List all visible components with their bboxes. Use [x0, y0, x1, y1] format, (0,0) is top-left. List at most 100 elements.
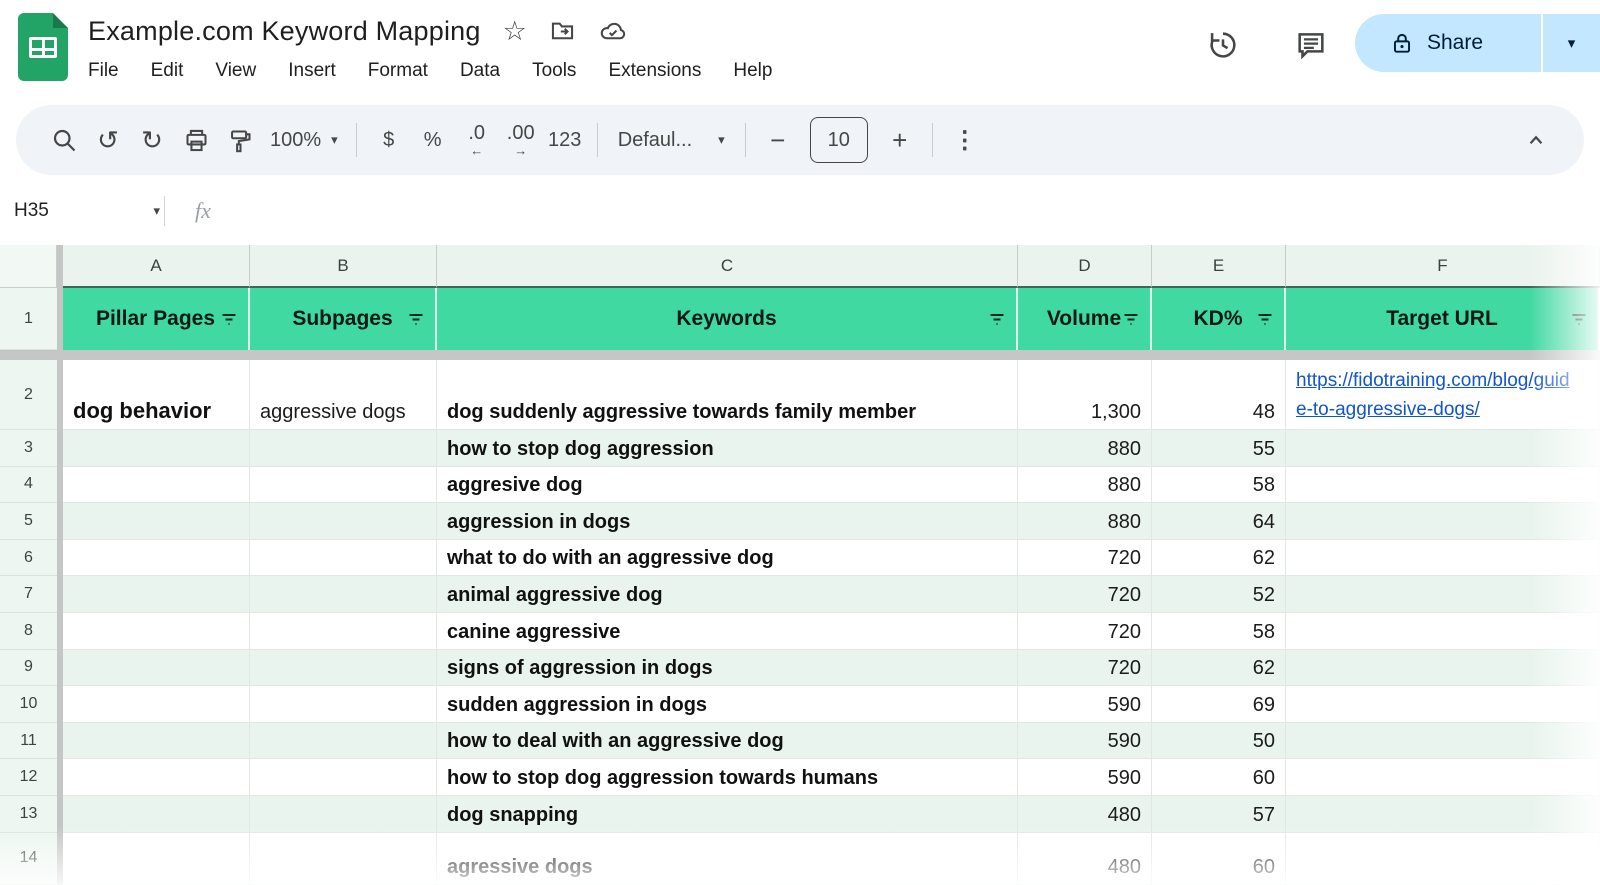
cell-kd[interactable]: 48: [1152, 360, 1286, 430]
cell-keyword[interactable]: how to stop dog aggression: [437, 430, 1018, 467]
increase-decimal-button[interactable]: .00 →: [499, 118, 543, 162]
cell-volume[interactable]: 590: [1018, 686, 1152, 723]
cell-kd[interactable]: 60: [1152, 759, 1286, 796]
header-cell-keywords[interactable]: Keywords: [437, 288, 1018, 350]
cell-pillar-page[interactable]: dog behavior: [63, 360, 250, 430]
cell-pillar-page[interactable]: [63, 833, 250, 885]
name-box[interactable]: H35 ▾: [0, 200, 160, 222]
row-number[interactable]: 9: [0, 650, 57, 687]
header-cell-volume[interactable]: Volume: [1018, 288, 1152, 350]
cell-kd[interactable]: 60: [1152, 833, 1286, 885]
menu-view[interactable]: View: [215, 60, 256, 82]
header-cell-subpages[interactable]: Subpages: [250, 288, 437, 350]
row-number[interactable]: 14: [0, 833, 57, 885]
cell-pillar-page[interactable]: [63, 576, 250, 613]
cell-kd[interactable]: 50: [1152, 723, 1286, 760]
filter-icon[interactable]: [1569, 309, 1589, 329]
cell-volume[interactable]: 720: [1018, 540, 1152, 577]
menu-file[interactable]: File: [88, 60, 119, 82]
decrease-decimal-button[interactable]: .0 ←: [455, 118, 499, 162]
sheets-logo[interactable]: [18, 13, 68, 81]
cell-keyword[interactable]: sudden aggression in dogs: [437, 686, 1018, 723]
row-number[interactable]: 6: [0, 540, 57, 577]
cell-kd[interactable]: 64: [1152, 503, 1286, 540]
search-icon[interactable]: [42, 118, 86, 162]
cell-kd[interactable]: 57: [1152, 796, 1286, 833]
cell-subpage[interactable]: [250, 576, 437, 613]
cell-subpage[interactable]: aggressive dogs: [250, 360, 437, 430]
cell-pillar-page[interactable]: [63, 503, 250, 540]
cell-pillar-page[interactable]: [63, 686, 250, 723]
share-button[interactable]: Share ▾: [1355, 14, 1600, 72]
font-select[interactable]: Defaul... ▾: [608, 118, 735, 162]
menu-format[interactable]: Format: [368, 60, 428, 82]
cell-target-url[interactable]: [1286, 430, 1600, 467]
cell-target-url[interactable]: [1286, 576, 1600, 613]
header-cell-kd[interactable]: KD%: [1152, 288, 1286, 350]
menu-data[interactable]: Data: [460, 60, 500, 82]
cell-kd[interactable]: 52: [1152, 576, 1286, 613]
cell-pillar-page[interactable]: [63, 540, 250, 577]
cell-keyword[interactable]: how to stop dog aggression towards human…: [437, 759, 1018, 796]
cell-pillar-page[interactable]: [63, 796, 250, 833]
row-number[interactable]: 10: [0, 686, 57, 723]
paint-format-icon[interactable]: [218, 118, 262, 162]
cell-kd[interactable]: 55: [1152, 430, 1286, 467]
decrease-font-size-button[interactable]: −: [756, 118, 800, 162]
move-to-folder-icon[interactable]: [549, 18, 576, 45]
row-number[interactable]: 3: [0, 430, 57, 467]
cell-volume[interactable]: 720: [1018, 613, 1152, 650]
cell-keyword[interactable]: aggression in dogs: [437, 503, 1018, 540]
cell-keyword[interactable]: what to do with an aggressive dog: [437, 540, 1018, 577]
cell-subpage[interactable]: [250, 503, 437, 540]
cell-subpage[interactable]: [250, 759, 437, 796]
cell-volume[interactable]: 880: [1018, 503, 1152, 540]
column-header-d[interactable]: D: [1018, 245, 1152, 288]
cell-target-url[interactable]: [1286, 650, 1600, 687]
cell-target-url[interactable]: [1286, 723, 1600, 760]
cell-subpage[interactable]: [250, 540, 437, 577]
header-cell-target-url[interactable]: Target URL: [1286, 288, 1600, 350]
cell-target-url[interactable]: https://fidotraining.com/blog/guide-to-a…: [1286, 360, 1600, 430]
cell-pillar-page[interactable]: [63, 650, 250, 687]
cell-pillar-page[interactable]: [63, 467, 250, 504]
column-header-c[interactable]: C: [437, 245, 1018, 288]
select-all-corner[interactable]: [0, 245, 57, 288]
cell-subpage[interactable]: [250, 796, 437, 833]
target-url-link[interactable]: https://fidotraining.com/blog/guide-to-a…: [1296, 367, 1576, 424]
cell-volume[interactable]: 880: [1018, 467, 1152, 504]
cell-kd[interactable]: 58: [1152, 467, 1286, 504]
filter-icon[interactable]: [1255, 309, 1275, 329]
cell-keyword[interactable]: how to deal with an aggressive dog: [437, 723, 1018, 760]
cell-target-url[interactable]: [1286, 467, 1600, 504]
cell-subpage[interactable]: [250, 467, 437, 504]
row-number[interactable]: 11: [0, 723, 57, 760]
row-number[interactable]: 12: [0, 759, 57, 796]
cell-pillar-page[interactable]: [63, 613, 250, 650]
cell-keyword[interactable]: agressive dogs: [437, 833, 1018, 885]
column-header-a[interactable]: A: [63, 245, 250, 288]
cell-target-url[interactable]: [1286, 540, 1600, 577]
cell-subpage[interactable]: [250, 613, 437, 650]
redo-icon[interactable]: ↻: [130, 118, 174, 162]
menu-insert[interactable]: Insert: [288, 60, 336, 82]
cell-keyword[interactable]: dog snapping: [437, 796, 1018, 833]
version-history-icon[interactable]: [1206, 28, 1240, 62]
row-number[interactable]: 13: [0, 796, 57, 833]
cell-target-url[interactable]: [1286, 796, 1600, 833]
cell-target-url[interactable]: [1286, 686, 1600, 723]
cell-volume[interactable]: 1,300: [1018, 360, 1152, 430]
cell-kd[interactable]: 58: [1152, 613, 1286, 650]
cell-kd[interactable]: 62: [1152, 650, 1286, 687]
cell-target-url[interactable]: [1286, 833, 1600, 885]
header-cell-pillar-pages[interactable]: Pillar Pages: [63, 288, 250, 350]
row-number[interactable]: 4: [0, 467, 57, 504]
cell-pillar-page[interactable]: [63, 759, 250, 796]
cell-subpage[interactable]: [250, 430, 437, 467]
share-dropdown-caret[interactable]: ▾: [1543, 34, 1600, 52]
row-number[interactable]: 7: [0, 576, 57, 613]
column-header-f[interactable]: F: [1286, 245, 1600, 288]
row-number[interactable]: 2: [0, 360, 57, 430]
cell-subpage[interactable]: [250, 723, 437, 760]
zoom-select[interactable]: 100% ▾: [262, 118, 346, 162]
